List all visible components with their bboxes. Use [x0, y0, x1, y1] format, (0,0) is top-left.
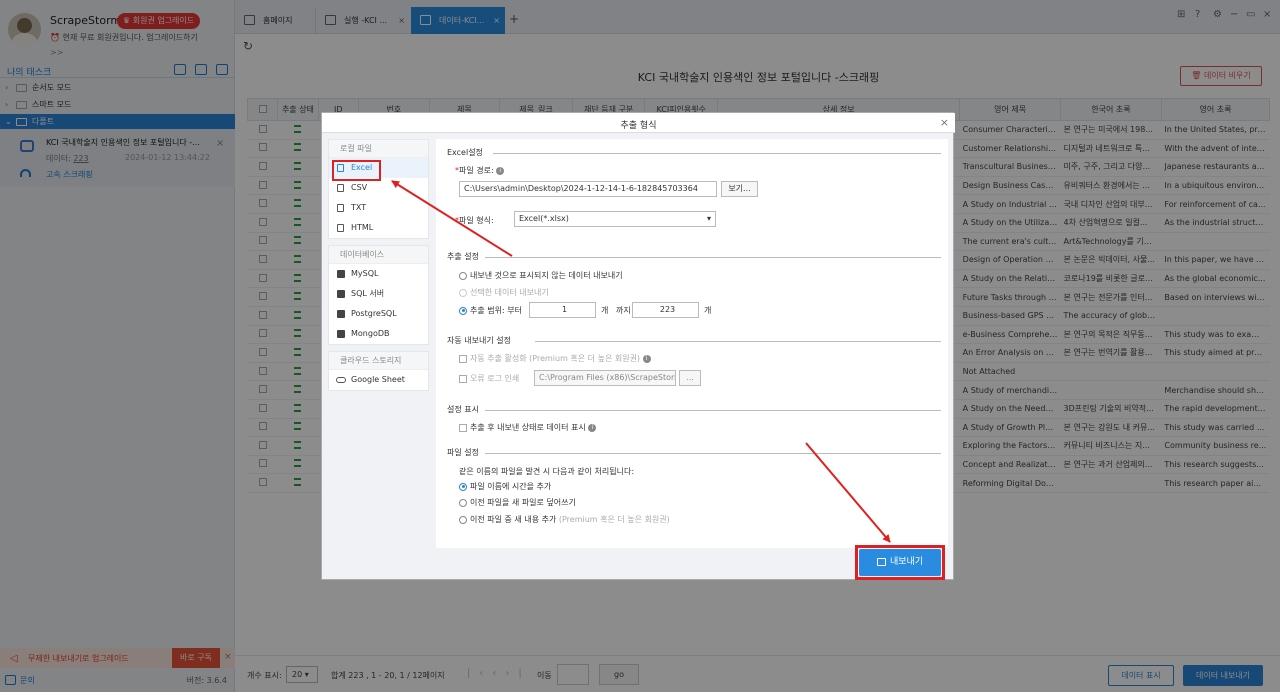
option-selected[interactable]: 선택한 데이터 내보내기 [459, 287, 549, 298]
group-title: 클라우드 스토리지 [329, 352, 428, 370]
info-icon: i [642, 354, 651, 363]
info-icon: i [588, 423, 597, 432]
section-file: 파일 설정 [447, 448, 479, 457]
radio [459, 482, 467, 491]
divider [535, 341, 941, 342]
format-label: SQL 서버 [351, 289, 385, 298]
format-html[interactable]: HTML [329, 218, 428, 238]
format-label: MySQL [351, 269, 379, 278]
range-to-label: 까지 [616, 306, 631, 315]
radio [459, 306, 467, 315]
section-extract: 추출 설정 [447, 252, 479, 261]
group-local-file: 로컬 파일 Excel CSV TXT HTML [328, 139, 429, 239]
option-label: 선택한 데이터 내보내기 [470, 288, 549, 297]
format-label: Google Sheet [351, 375, 405, 384]
divider [485, 257, 941, 258]
radio [459, 515, 467, 524]
format-label: TXT [351, 203, 367, 212]
premium-note: (Premium 혹은 더 높은 회원권) [558, 515, 670, 524]
premium-note: (Premium 혹은 더 높은 회원권) [529, 354, 641, 363]
database-icon [337, 310, 345, 318]
log-browse-button[interactable]: ... [679, 370, 701, 386]
divider [493, 153, 941, 154]
excel-highlight-box [332, 160, 381, 181]
format-label-text: 파일 형식: [459, 216, 494, 225]
file-format-select[interactable]: Excel(*.xlsx) ▾ [514, 211, 716, 227]
option-range[interactable]: 추출 범위: 부터 [459, 305, 522, 316]
checkbox [459, 423, 467, 432]
dialog-title: 추출 형식 [620, 121, 657, 131]
format-label: PostgreSQL [351, 309, 397, 318]
checkbox-label: 추출 후 내보낸 상태로 데이터 표시 [470, 423, 586, 432]
close-icon[interactable]: × [940, 116, 949, 129]
export-dialog: 추출 형식 × 로컬 파일 Excel CSV TXT HTML 데이터베이스 … [321, 112, 955, 580]
range-unit: 개 [601, 306, 609, 315]
option-label: 추출 범위: 부터 [470, 306, 522, 315]
radio [459, 271, 467, 280]
cloud-icon [336, 377, 346, 383]
option-label: 이전 파일을 새 파일로 덮어쓰기 [470, 498, 576, 507]
settings-panel: Excel설정 *파일 경로: i C:\Users\admin\Desktop… [436, 139, 948, 548]
file-path-input[interactable]: C:\Users\admin\Desktop\2024-1-12-14-1-6-… [459, 181, 717, 197]
checkbox-label: 자동 추출 활성화 [470, 354, 527, 363]
database-icon [337, 290, 345, 298]
range-from-input[interactable]: 1 [529, 302, 596, 318]
auto-export-checkbox[interactable]: 자동 추출 활성화 (Premium 혹은 더 높은 회원권) i [459, 353, 651, 364]
checkbox-label: 오류 로그 인쇄 [470, 374, 520, 383]
database-icon [337, 330, 345, 338]
divider [485, 410, 941, 411]
browse-button[interactable]: 보기... [721, 181, 758, 197]
option-unexported[interactable]: 내보낸 것으로 표시되지 않는 데이터 내보내기 [459, 270, 623, 281]
option-label: 파일 이름에 시간을 추가 [470, 482, 552, 491]
path-label: *파일 경로: i [455, 165, 505, 176]
format-txt[interactable]: TXT [329, 198, 428, 218]
group-cloud-storage: 클라우드 스토리지 Google Sheet [328, 351, 429, 391]
file-option-overwrite[interactable]: 이전 파일을 새 파일로 덮어쓰기 [459, 497, 576, 508]
format-mysql[interactable]: MySQL [329, 264, 428, 284]
checkbox [459, 354, 467, 363]
section-auto-export: 자동 내보내기 설정 [447, 336, 511, 345]
log-path-input[interactable]: C:\Program Files (x86)\ScrapeStorm\ [534, 370, 676, 386]
file-option-append[interactable]: 이전 파일 중 새 내용 추가 (Premium 혹은 더 높은 회원권) [459, 514, 670, 525]
section-excel: Excel설정 [447, 148, 483, 157]
format-mongodb[interactable]: MongoDB [329, 324, 428, 344]
format-csv[interactable]: CSV [329, 178, 428, 198]
dialog-header: 추출 형식 × [322, 113, 955, 133]
file-option-timestamp[interactable]: 파일 이름에 시간을 추가 [459, 481, 551, 492]
format-google-sheet[interactable]: Google Sheet [329, 370, 428, 390]
divider [485, 453, 941, 454]
file-icon [337, 184, 344, 192]
format-label: *파일 형식: [455, 216, 494, 225]
option-label: 내보낸 것으로 표시되지 않는 데이터 내보내기 [470, 271, 623, 280]
range-unit: 개 [704, 306, 712, 315]
group-database: 데이터베이스 MySQL SQL 서버 PostgreSQL MongoDB [328, 245, 429, 345]
file-format-value: Excel(*.xlsx) [519, 214, 569, 223]
error-log-checkbox[interactable]: 오류 로그 인쇄 [459, 373, 519, 384]
format-label: HTML [351, 223, 374, 232]
format-postgresql[interactable]: PostgreSQL [329, 304, 428, 324]
file-icon [337, 204, 344, 212]
file-description: 같은 이름의 파일을 발견 시 다음과 같이 처리됩니다: [459, 467, 635, 476]
file-icon [337, 224, 344, 232]
chevron-down-icon: ▾ [706, 214, 711, 223]
option-label: 이전 파일 중 새 내용 추가 [470, 515, 557, 524]
display-checkbox[interactable]: 추출 후 내보낸 상태로 데이터 표시 i [459, 422, 597, 433]
format-label: MongoDB [351, 329, 390, 338]
checkbox [459, 374, 467, 383]
radio [459, 498, 467, 507]
database-icon [337, 270, 345, 278]
path-label-text: 파일 경로: [459, 166, 494, 175]
range-to-input[interactable]: 223 [632, 302, 699, 318]
format-sqlserver[interactable]: SQL 서버 [329, 284, 428, 304]
export-highlight-box [855, 545, 945, 580]
group-title: 로컬 파일 [329, 140, 428, 158]
section-display: 설정 표시 [447, 405, 479, 414]
group-title: 데이터베이스 [329, 246, 428, 264]
info-icon: i [496, 166, 505, 175]
radio [459, 288, 467, 297]
format-label: CSV [351, 183, 368, 192]
